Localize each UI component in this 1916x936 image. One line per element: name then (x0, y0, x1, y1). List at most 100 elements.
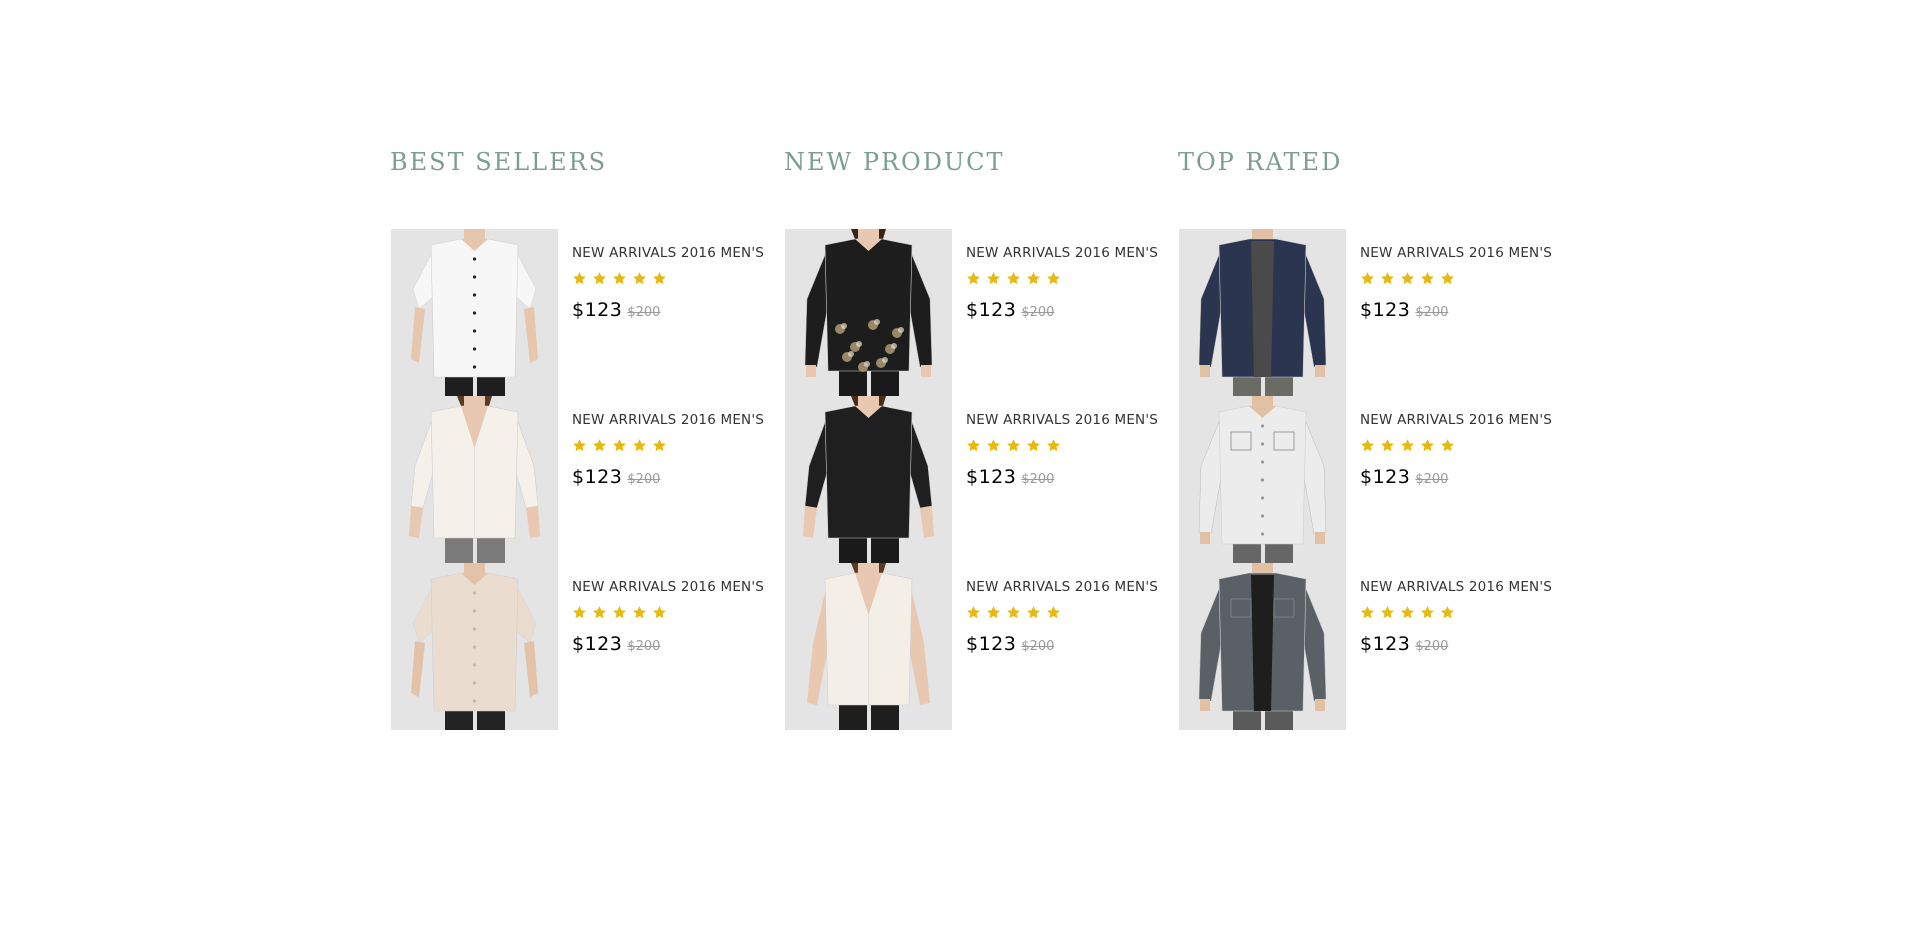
product-photo (411, 563, 538, 730)
old-price: $200 (627, 305, 661, 320)
star-icon (1046, 605, 1061, 620)
product-photo (807, 563, 930, 730)
star-icon (612, 605, 627, 620)
product-thumbnail[interactable] (785, 396, 952, 563)
current-price: $123 (966, 299, 1017, 321)
product-thumbnail[interactable] (785, 229, 952, 396)
product-photo (1198, 396, 1327, 563)
product-info: NEW ARRIVALS 2016 MEN'S $123 $200 (572, 245, 772, 321)
product-name[interactable]: NEW ARRIVALS 2016 MEN'S (966, 579, 1166, 595)
star-icon (572, 438, 587, 453)
product-thumbnail[interactable] (1179, 229, 1346, 396)
star-icon (1360, 605, 1375, 620)
product-card[interactable]: NEW ARRIVALS 2016 MEN'S $123 $200 (1178, 563, 1558, 730)
star-icon (1046, 271, 1061, 286)
star-icon (1026, 438, 1041, 453)
star-icon (986, 605, 1001, 620)
star-icon (986, 438, 1001, 453)
star-icon (1400, 271, 1415, 286)
star-icon (1046, 438, 1061, 453)
product-info: NEW ARRIVALS 2016 MEN'S $123 $200 (1360, 412, 1560, 488)
product-info: NEW ARRIVALS 2016 MEN'S $123 $200 (572, 412, 772, 488)
new-product-column: NEW PRODUCT NEW ARRIVALS 2016 MEN'S $123 $… (784, 142, 1164, 730)
product-name[interactable]: NEW ARRIVALS 2016 MEN'S (1360, 579, 1560, 595)
product-photo (1198, 229, 1327, 396)
star-icon (1420, 438, 1435, 453)
product-thumbnail[interactable] (1179, 563, 1346, 730)
star-icon (1006, 271, 1021, 286)
product-showcase: BEST SELLERS NEW ARRIVALS 2016 MEN'S $123… (0, 0, 1916, 936)
product-name[interactable]: NEW ARRIVALS 2016 MEN'S (572, 412, 772, 428)
star-icon (612, 271, 627, 286)
price-row: $123 $200 (966, 299, 1166, 321)
old-price: $200 (1415, 639, 1449, 654)
star-icon (1380, 438, 1395, 453)
product-thumbnail[interactable] (1179, 396, 1346, 563)
product-name[interactable]: NEW ARRIVALS 2016 MEN'S (966, 412, 1166, 428)
old-price: $200 (1415, 472, 1449, 487)
current-price: $123 (572, 633, 623, 655)
star-icon (1380, 271, 1395, 286)
star-icon (592, 271, 607, 286)
price-row: $123 $200 (572, 466, 772, 488)
product-photo (804, 229, 933, 396)
product-info: NEW ARRIVALS 2016 MEN'S $123 $200 (966, 245, 1166, 321)
star-icon (572, 605, 587, 620)
product-list: NEW ARRIVALS 2016 MEN'S $123 $200 NEW ARRI… (1178, 229, 1558, 730)
product-card[interactable]: NEW ARRIVALS 2016 MEN'S $123 $200 (784, 229, 1164, 396)
price-row: $123 $200 (1360, 633, 1560, 655)
old-price: $200 (627, 639, 661, 654)
product-thumbnail[interactable] (785, 563, 952, 730)
star-icon (1400, 605, 1415, 620)
product-thumbnail[interactable] (391, 396, 558, 563)
best-sellers-column: BEST SELLERS NEW ARRIVALS 2016 MEN'S $123… (390, 142, 770, 730)
product-card[interactable]: NEW ARRIVALS 2016 MEN'S $123 $200 (784, 563, 1164, 730)
price-row: $123 $200 (572, 299, 772, 321)
top-rated-title: TOP RATED (1178, 148, 1343, 176)
rating-stars (1360, 438, 1560, 454)
current-price: $123 (1360, 633, 1411, 655)
product-card[interactable]: NEW ARRIVALS 2016 MEN'S $123 $200 (784, 396, 1164, 563)
product-info: NEW ARRIVALS 2016 MEN'S $123 $200 (572, 579, 772, 655)
product-card[interactable]: NEW ARRIVALS 2016 MEN'S $123 $200 (390, 396, 770, 563)
star-icon (1006, 605, 1021, 620)
product-photo (409, 396, 540, 563)
star-icon (966, 271, 981, 286)
price-row: $123 $200 (572, 633, 772, 655)
star-icon (592, 438, 607, 453)
star-icon (1360, 271, 1375, 286)
old-price: $200 (627, 472, 661, 487)
product-card[interactable]: NEW ARRIVALS 2016 MEN'S $123 $200 (390, 229, 770, 396)
star-icon (652, 271, 667, 286)
product-card[interactable]: NEW ARRIVALS 2016 MEN'S $123 $200 (1178, 229, 1558, 396)
product-name[interactable]: NEW ARRIVALS 2016 MEN'S (572, 245, 772, 261)
price-row: $123 $200 (966, 466, 1166, 488)
product-name[interactable]: NEW ARRIVALS 2016 MEN'S (1360, 245, 1560, 261)
rating-stars (572, 271, 772, 287)
product-card[interactable]: NEW ARRIVALS 2016 MEN'S $123 $200 (1178, 396, 1558, 563)
product-photo (803, 396, 934, 563)
product-name[interactable]: NEW ARRIVALS 2016 MEN'S (966, 245, 1166, 261)
current-price: $123 (572, 299, 623, 321)
star-icon (1440, 438, 1455, 453)
old-price: $200 (1415, 305, 1449, 320)
product-thumbnail[interactable] (391, 563, 558, 730)
price-row: $123 $200 (966, 633, 1166, 655)
product-photo (411, 229, 538, 396)
new-product-title: NEW PRODUCT (784, 148, 1005, 176)
product-name[interactable]: NEW ARRIVALS 2016 MEN'S (572, 579, 772, 595)
star-icon (1440, 605, 1455, 620)
top-rated-column: TOP RATED NEW ARRIVALS 2016 MEN'S $123 $20… (1178, 142, 1558, 730)
product-info: NEW ARRIVALS 2016 MEN'S $123 $200 (966, 579, 1166, 655)
product-card[interactable]: NEW ARRIVALS 2016 MEN'S $123 $200 (390, 563, 770, 730)
star-icon (1006, 438, 1021, 453)
product-name[interactable]: NEW ARRIVALS 2016 MEN'S (1360, 412, 1560, 428)
star-icon (1420, 605, 1435, 620)
product-thumbnail[interactable] (391, 229, 558, 396)
rating-stars (966, 271, 1166, 287)
best-sellers-title: BEST SELLERS (390, 148, 608, 176)
rating-stars (572, 438, 772, 454)
old-price: $200 (1021, 639, 1055, 654)
price-row: $123 $200 (1360, 466, 1560, 488)
star-icon (1420, 271, 1435, 286)
